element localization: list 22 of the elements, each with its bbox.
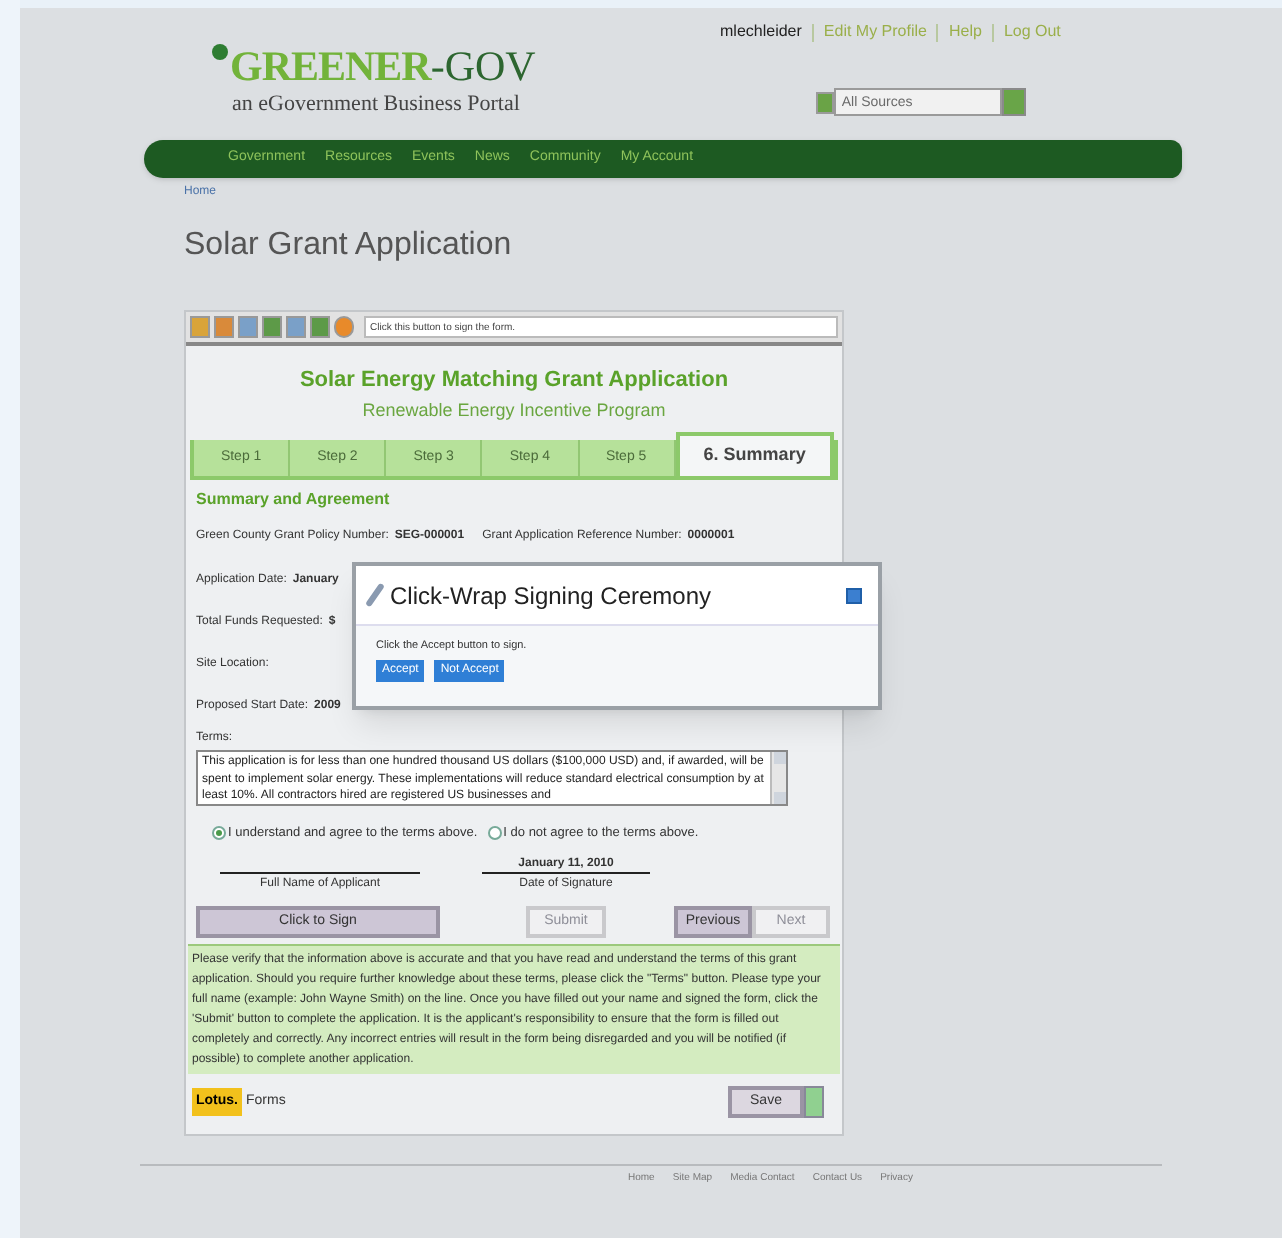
logo-suffix: -GOV [430,46,536,88]
step-tab[interactable]: 6. Summary [675,432,835,476]
section-heading: Summary and Agreement [196,488,392,512]
toolbar-icon[interactable] [238,316,258,338]
radio-button[interactable] [212,826,226,841]
toolbar-icon[interactable] [262,316,282,338]
scroll-up-icon[interactable] [773,752,785,764]
dialog-title: Click-Wrap Signing Ceremony [390,579,713,613]
toolbar-icon[interactable] [334,316,354,338]
form-title: Solar Energy Matching Grant Application [297,366,731,396]
scrollbar[interactable] [770,752,786,804]
logo-name: GREENER [230,46,431,88]
toolbar-icon[interactable] [286,316,306,338]
form-subtitle: Renewable Energy Incentive Program [360,397,668,424]
toolbar-icon[interactable] [214,316,234,338]
radio-button[interactable] [487,826,502,841]
logo-tagline: an eGovernment Business Portal [232,90,522,120]
scroll-down-icon[interactable] [773,792,785,804]
page-title: Solar Grant Application [184,226,512,266]
toolbar-icon[interactable] [190,316,210,338]
username: mlechleider [720,20,802,44]
toolbar-icon[interactable] [310,316,330,338]
